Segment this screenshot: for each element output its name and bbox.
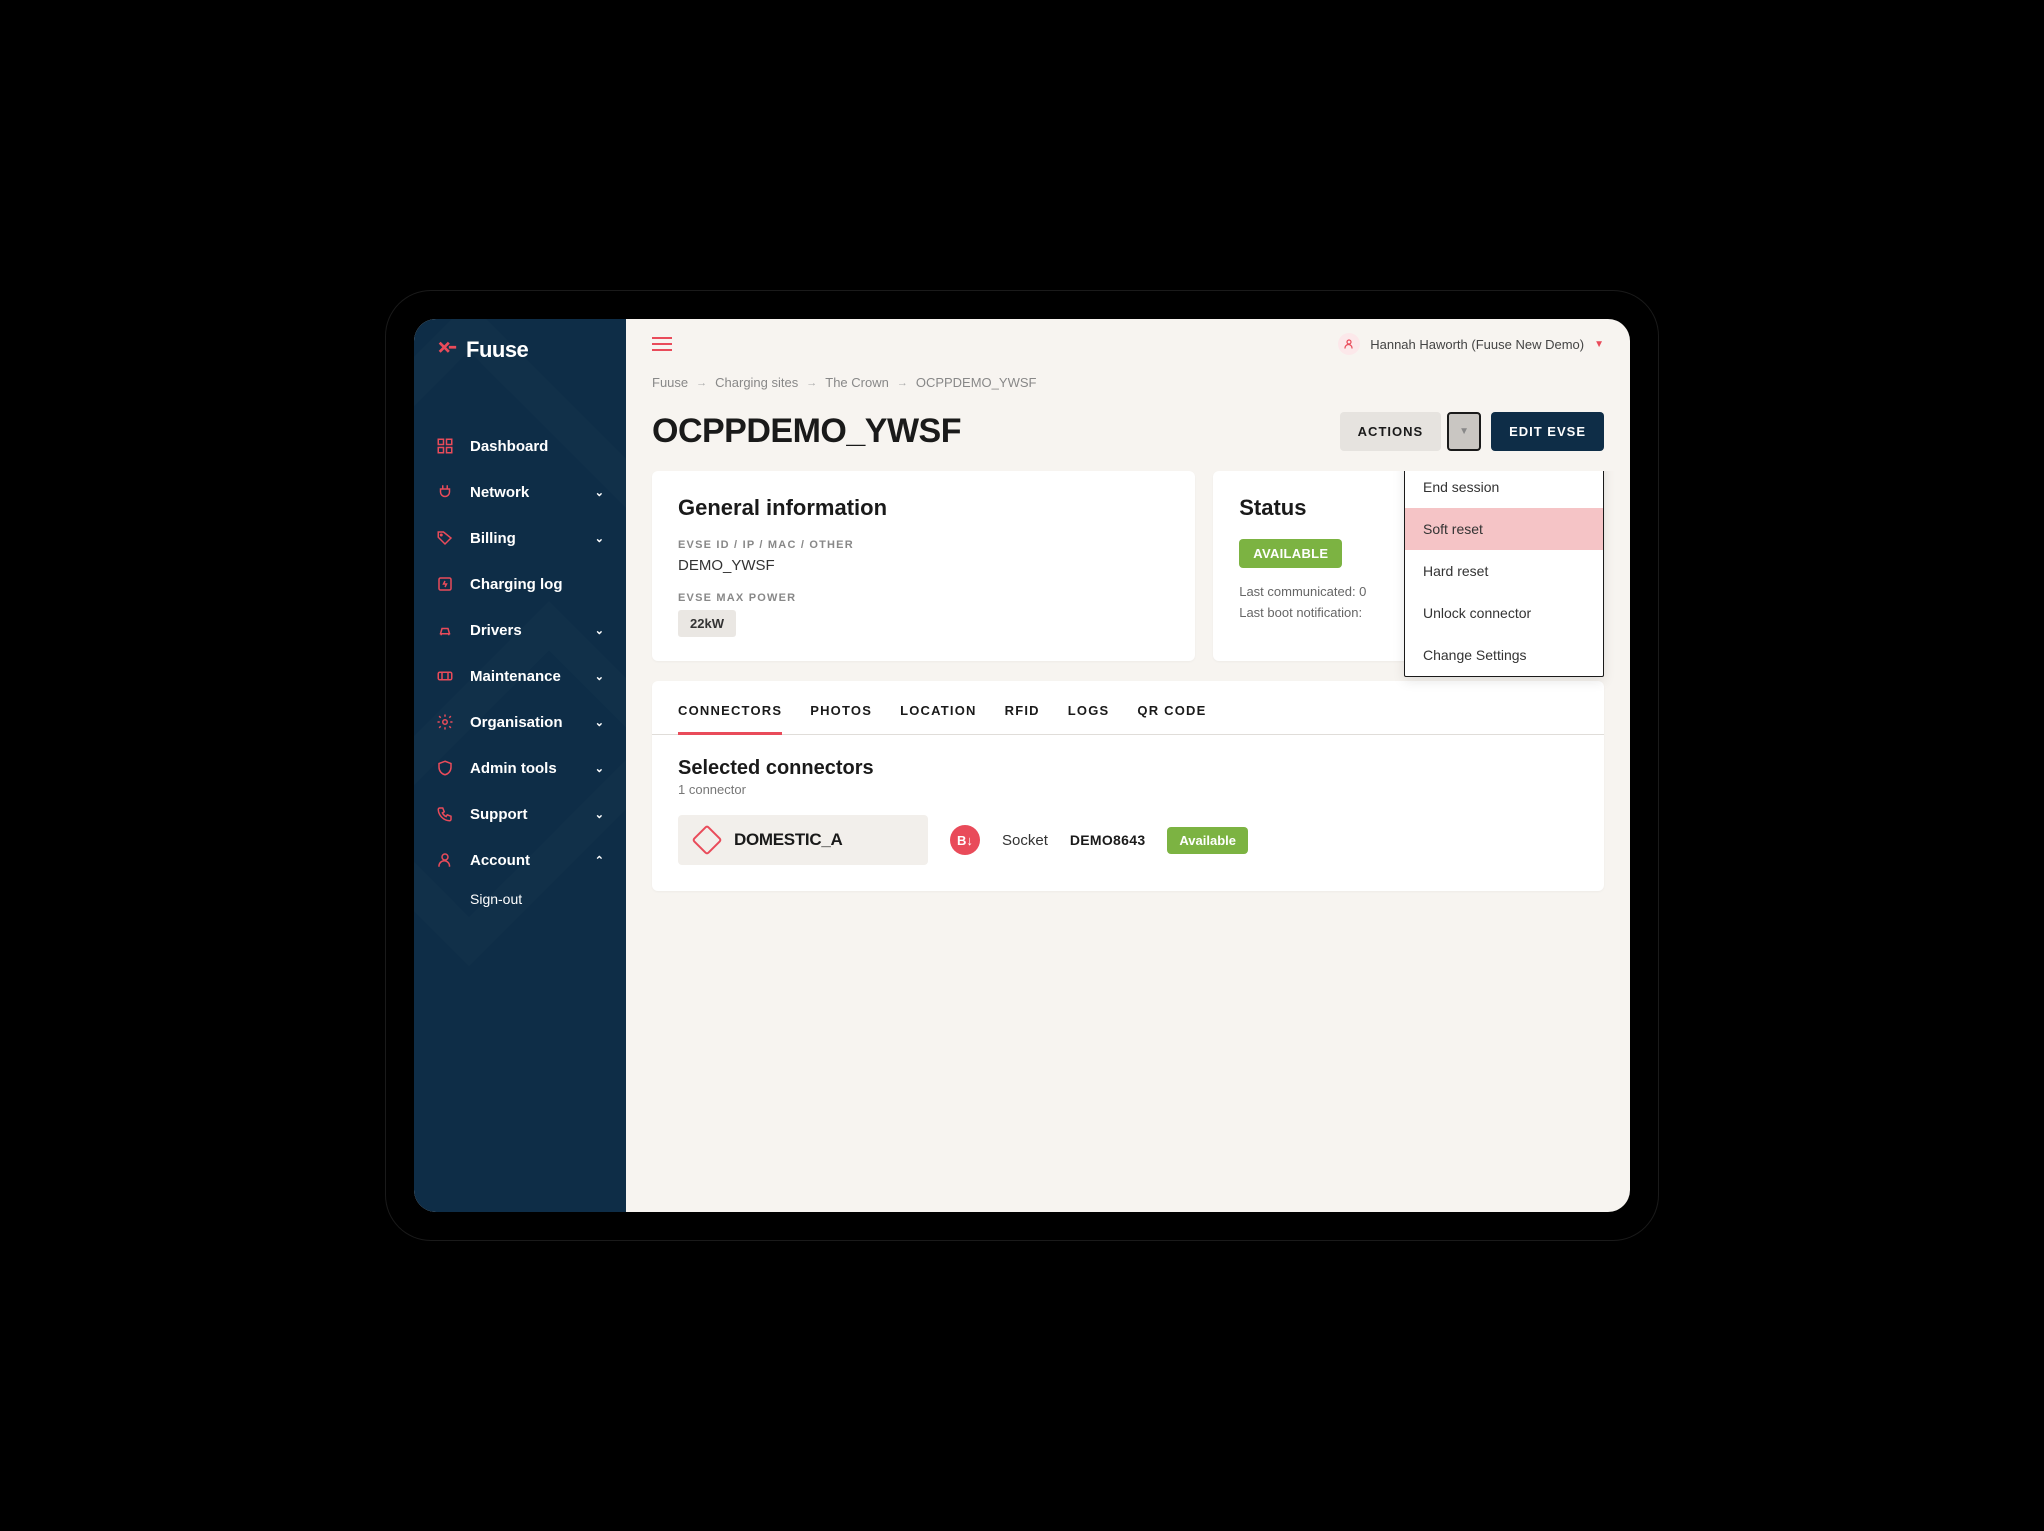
nav-label: Dashboard <box>470 438 548 455</box>
main-nav: Dashboard Network ⌄ Billing ⌄ Charging l… <box>414 373 626 915</box>
connector-status-badge: Available <box>1167 827 1248 854</box>
chevron-down-icon: ⌄ <box>595 624 604 637</box>
action-soft-reset[interactable]: Soft reset <box>1405 508 1603 550</box>
chevron-down-icon: ⌄ <box>595 808 604 821</box>
connector-type-icon <box>691 824 722 855</box>
nav-label: Maintenance <box>470 668 561 685</box>
evse-id-label: EVSE ID / IP / MAC / Other <box>678 539 1169 551</box>
breadcrumb-sep-icon: → <box>897 377 908 389</box>
breadcrumb: Fuuse → Charging sites → The Crown → OCP… <box>626 361 1630 396</box>
breadcrumb-current: OCPPDEMO_YWSF <box>916 375 1037 390</box>
connectors-count: 1 connector <box>678 782 1578 797</box>
connector-type: Socket <box>1002 832 1048 849</box>
dashboard-icon <box>436 437 456 455</box>
edit-evse-button[interactable]: Edit EVSE <box>1491 412 1604 451</box>
plug-icon <box>436 483 456 501</box>
nav-label: Network <box>470 484 529 501</box>
nav-maintenance[interactable]: Maintenance ⌄ <box>414 653 626 699</box>
nav-network[interactable]: Network ⌄ <box>414 469 626 515</box>
socket-icon: B↓ <box>950 825 980 855</box>
chevron-down-icon: ⌄ <box>595 716 604 729</box>
tab-bar: Connectors Photos Location RFID Logs QR … <box>652 681 1604 735</box>
tabs-card: Connectors Photos Location RFID Logs QR … <box>652 681 1604 891</box>
chevron-down-icon: ⌄ <box>595 532 604 545</box>
chevron-down-icon: ⌄ <box>595 486 604 499</box>
action-unlock-connector[interactable]: Unlock connector <box>1405 592 1603 634</box>
user-menu[interactable]: Hannah Haworth (Fuuse New Demo) ▼ <box>1338 333 1604 355</box>
nav-label: Admin tools <box>470 760 557 777</box>
nav-label: Billing <box>470 530 516 547</box>
breadcrumb-link[interactable]: Fuuse <box>652 375 688 390</box>
connector-row: DOMESTIC_A B↓ Socket DEMO8643 Available <box>678 815 1578 865</box>
evse-id-value: DEMO_YWSF <box>678 557 1169 574</box>
nav-organisation[interactable]: Organisation ⌄ <box>414 699 626 745</box>
action-change-settings[interactable]: Change Settings <box>1405 634 1603 676</box>
tag-icon <box>436 529 456 547</box>
hamburger-icon[interactable] <box>652 337 672 351</box>
phone-icon <box>436 805 456 823</box>
actions-caret-button[interactable]: ▼ <box>1447 412 1481 451</box>
nav-charging-log[interactable]: Charging log <box>414 561 626 607</box>
general-info-card: General information EVSE ID / IP / MAC /… <box>652 471 1195 661</box>
status-badge: Available <box>1239 539 1342 568</box>
evse-power-value: 22kW <box>678 610 736 637</box>
nav-account[interactable]: Account ⌃ <box>414 837 626 883</box>
nav-drivers[interactable]: Drivers ⌄ <box>414 607 626 653</box>
nav-signout[interactable]: Sign-out <box>414 883 626 915</box>
connector-chip[interactable]: DOMESTIC_A <box>678 815 928 865</box>
tab-qr-code[interactable]: QR Code <box>1137 703 1206 735</box>
breadcrumb-link[interactable]: The Crown <box>825 375 889 390</box>
connectors-heading: Selected connectors <box>678 757 1578 780</box>
gear-icon <box>436 713 456 731</box>
nav-admin-tools[interactable]: Admin tools ⌄ <box>414 745 626 791</box>
page-title: OCPPDEMO_YWSF <box>652 412 961 451</box>
action-end-session[interactable]: End session <box>1405 471 1603 508</box>
nav-dashboard[interactable]: Dashboard <box>414 423 626 469</box>
tab-location[interactable]: Location <box>900 703 977 735</box>
topbar: Hannah Haworth (Fuuse New Demo) ▼ <box>626 319 1630 361</box>
brand-logo[interactable]: Fuuse <box>414 319 626 373</box>
tab-panel-connectors: Selected connectors 1 connector DOMESTIC… <box>652 735 1604 891</box>
nav-label: Drivers <box>470 622 522 639</box>
user-icon <box>436 851 456 869</box>
app-screen: Fuuse Dashboard Network ⌄ Billing ⌄ Char… <box>414 319 1630 1212</box>
evse-power-label: EVSE Max Power <box>678 592 1169 604</box>
chevron-up-icon: ⌃ <box>595 854 604 867</box>
tab-photos[interactable]: Photos <box>810 703 872 735</box>
chevron-down-icon: ⌄ <box>595 762 604 775</box>
nav-support[interactable]: Support ⌄ <box>414 791 626 837</box>
nav-label: Charging log <box>470 576 563 593</box>
tablet-frame: Fuuse Dashboard Network ⌄ Billing ⌄ Char… <box>386 291 1658 1240</box>
breadcrumb-sep-icon: → <box>806 377 817 389</box>
nav-label: Account <box>470 852 530 869</box>
sidebar: Fuuse Dashboard Network ⌄ Billing ⌄ Char… <box>414 319 626 1212</box>
car-icon <box>436 621 456 639</box>
nav-billing[interactable]: Billing ⌄ <box>414 515 626 561</box>
nav-label: Organisation <box>470 714 563 731</box>
tab-rfid[interactable]: RFID <box>1005 703 1040 735</box>
action-hard-reset[interactable]: Hard reset <box>1405 550 1603 592</box>
tab-logs[interactable]: Logs <box>1068 703 1110 735</box>
actions-dropdown: Start session End session Soft reset Har… <box>1404 471 1604 677</box>
brand-name: Fuuse <box>466 337 528 363</box>
content-area: Start session End session Soft reset Har… <box>626 471 1630 1212</box>
card-heading: General information <box>678 495 1169 521</box>
avatar-icon <box>1338 333 1360 355</box>
shield-icon <box>436 759 456 777</box>
titlebar: OCPPDEMO_YWSF Actions ▼ Edit EVSE <box>626 396 1630 471</box>
main-content: Hannah Haworth (Fuuse New Demo) ▼ Fuuse … <box>626 319 1630 1212</box>
breadcrumb-link[interactable]: Charging sites <box>715 375 798 390</box>
breadcrumb-sep-icon: → <box>696 377 707 389</box>
nav-label: Support <box>470 806 528 823</box>
connector-name: DOMESTIC_A <box>734 830 842 850</box>
log-icon <box>436 575 456 593</box>
tab-connectors[interactable]: Connectors <box>678 703 782 735</box>
actions-button[interactable]: Actions <box>1340 412 1442 451</box>
connector-id: DEMO8643 <box>1070 832 1146 848</box>
logo-icon <box>436 339 458 361</box>
caret-down-icon: ▼ <box>1594 339 1604 350</box>
user-name: Hannah Haworth (Fuuse New Demo) <box>1370 337 1584 352</box>
ticket-icon <box>436 667 456 685</box>
chevron-down-icon: ⌄ <box>595 670 604 683</box>
